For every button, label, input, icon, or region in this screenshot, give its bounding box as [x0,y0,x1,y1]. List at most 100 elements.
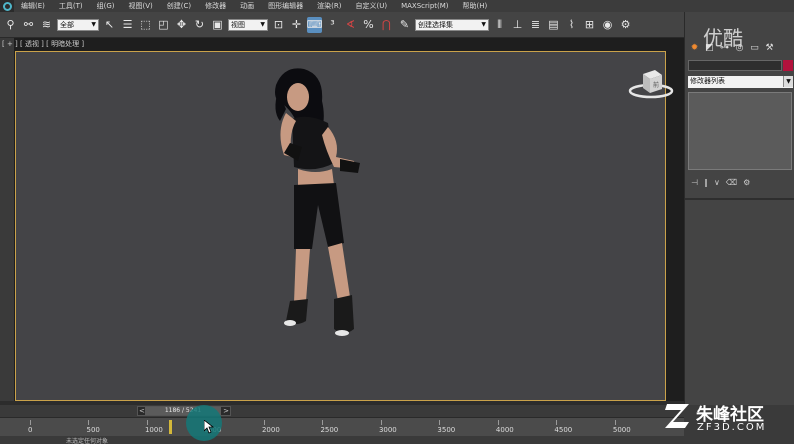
create-tab-icon[interactable]: ✹ [688,42,701,55]
ruler-tick [146,420,148,425]
menu-create[interactable]: 创建(C) [160,0,198,12]
frame-ruler: 0500100015002000250030003500400045005000 [28,420,650,436]
modifier-list-value: 修改器列表 [690,77,725,85]
show-end-result-icon[interactable]: ‖ [704,178,708,187]
menu-help[interactable]: 帮助(H) [456,0,495,12]
chevron-down-icon: ▼ [91,21,96,28]
display-tab-icon[interactable]: ▭ [748,42,761,55]
menu-modifiers[interactable]: 修改器 [198,0,233,12]
window-crossing-icon[interactable]: ◰ [156,17,171,33]
modifier-stack[interactable] [688,92,792,170]
object-name-field[interactable] [688,60,782,71]
remove-modifier-icon[interactable]: ⌫ [726,178,737,187]
next-frame-icon[interactable]: > [223,407,229,415]
menu-maxscript[interactable]: MAXScript(M) [394,0,455,12]
viewcube-face-label: 前 [653,81,659,89]
ruler-tick [30,420,31,425]
utilities-tab-icon[interactable]: ⚒ [763,42,776,55]
ruler-tick [88,420,90,425]
selection-filter-value: 全部 [60,20,74,29]
pivot-center-icon[interactable]: ⊡ [271,17,286,33]
ruler-tick [614,420,616,425]
configure-sets-icon[interactable]: ⚙ [743,178,750,187]
app-logo-icon[interactable] [0,0,14,12]
ruler-tick-label: 500 [86,426,100,434]
schematic-view-icon[interactable]: ⊞ [582,17,597,33]
menu-rendering[interactable]: 渲染(R) [310,0,348,12]
perspective-viewport[interactable]: 前 [15,51,674,401]
ruler-tick-label: 3000 [378,426,397,434]
status-text: 未选定任何对象 [66,437,109,444]
edit-named-selection-icon[interactable]: ✎ [397,17,412,33]
ruler-tick [556,420,558,425]
ruler-tick-label: 0 [28,426,33,434]
object-color-swatch[interactable] [783,60,793,71]
status-bar: 未选定任何对象 [0,436,684,444]
menu-customize[interactable]: 自定义(U) [348,0,394,12]
menu-group[interactable]: 组(G) [90,0,122,12]
mirror-icon[interactable]: ⫴ [492,17,507,33]
current-time-marker[interactable] [168,420,172,434]
chevron-down-icon: ▼ [481,21,486,28]
move-icon[interactable]: ✥ [174,17,189,33]
stack-buttons: ⊣ ‖ ∨ ⌫ ⚙ [691,176,791,188]
prev-frame-icon[interactable]: < [139,407,145,415]
chevron-down-icon: ▼ [783,76,793,87]
graphite-ribbon-icon[interactable]: ▤ [546,17,561,33]
panel-divider [685,198,794,200]
bind-spacewarp-icon[interactable]: ≋ [39,17,54,33]
scale-icon[interactable]: ▣ [210,17,225,33]
selection-filter-dropdown[interactable]: 全部 ▼ [57,18,99,31]
render-setup-icon[interactable]: ⚙ [618,17,633,33]
material-editor-icon[interactable]: ◉ [600,17,615,33]
menu-bar: 编辑(E) 工具(T) 组(G) 视图(V) 创建(C) 修改器 动画 图形编辑… [0,0,794,12]
link-icon[interactable]: ⚲ [3,17,18,33]
main-toolbar: ⚲ ⚯ ≋ 全部 ▼ ↖ ☰ ⬚ ◰ ✥ ↻ ▣ 视图 ▼ ⊡ ✛ ⌨ ³ ∢ … [0,12,684,38]
pin-stack-icon[interactable]: ⊣ [691,178,698,187]
ref-coord-value: 视图 [231,20,245,29]
rotate-icon[interactable]: ↻ [192,17,207,33]
named-selection-value: 创建选择集 [418,20,453,29]
align-icon[interactable]: ⊥ [510,17,525,33]
ruler-tick-label: 3500 [437,426,456,434]
ruler-tick [380,420,382,425]
character-model[interactable] [236,65,396,345]
keyboard-shortcut-icon[interactable]: ⌨ [307,16,322,33]
zf3d-subtitle: ZF3D.COM [697,422,767,433]
youku-watermark: 优酷 [703,26,743,50]
select-manipulate-icon[interactable]: ✛ [289,17,304,33]
menu-animation[interactable]: 动画 [233,0,261,12]
spinner-snap-icon[interactable]: ⋂ [379,17,394,33]
ref-coord-dropdown[interactable]: 视图 ▼ [228,18,268,31]
modifier-list-dropdown[interactable]: 修改器列表 ▼ [688,76,793,88]
track-bar[interactable]: 0500100015002000250030003500400045005000 [0,417,684,436]
menu-views[interactable]: 视图(V) [122,0,160,12]
command-panel: ✹ ◩ ⊶ ◎ ▭ ⚒ 修改器列表 ▼ ⊣ ‖ ∨ ⌫ ⚙ [684,12,794,405]
unlink-icon[interactable]: ⚯ [21,17,36,33]
viewcube-icon[interactable]: 前 [628,60,674,100]
left-strip [0,38,14,404]
chevron-down-icon: ▼ [260,21,265,28]
ruler-tick-label: 2500 [320,426,339,434]
ruler-tick-label: 4500 [554,426,573,434]
select-object-icon[interactable]: ↖ [102,17,117,33]
curve-editor-icon[interactable]: ⌇ [564,17,579,33]
mouse-cursor-icon [204,420,214,434]
percent-snap-icon[interactable]: % [361,17,376,33]
ruler-tick-label: 2000 [261,426,280,434]
menu-graph-editors[interactable]: 图形编辑器 [261,0,310,12]
snap-toggle-icon[interactable]: ³ [325,17,340,33]
menu-tools[interactable]: 工具(T) [52,0,90,12]
menu-edit[interactable]: 编辑(E) [14,0,52,12]
ruler-tick [497,420,499,425]
angle-snap-icon[interactable]: ∢ [343,17,358,33]
rect-selection-icon[interactable]: ⬚ [138,17,153,33]
ruler-tick [263,420,265,425]
layer-manager-icon[interactable]: ≣ [528,17,543,33]
named-selection-dropdown[interactable]: 创建选择集 ▼ [415,18,489,31]
zf3d-watermark: 朱峰社区 ZF3D.COM [663,400,789,440]
time-slider-bar: < 1186 / 5241 > [0,405,684,417]
make-unique-icon[interactable]: ∨ [714,178,720,187]
viewport-label[interactable]: [ + ] [ 透视 ] [ 明暗处理 ] [2,39,84,49]
select-by-name-icon[interactable]: ☰ [120,17,135,33]
